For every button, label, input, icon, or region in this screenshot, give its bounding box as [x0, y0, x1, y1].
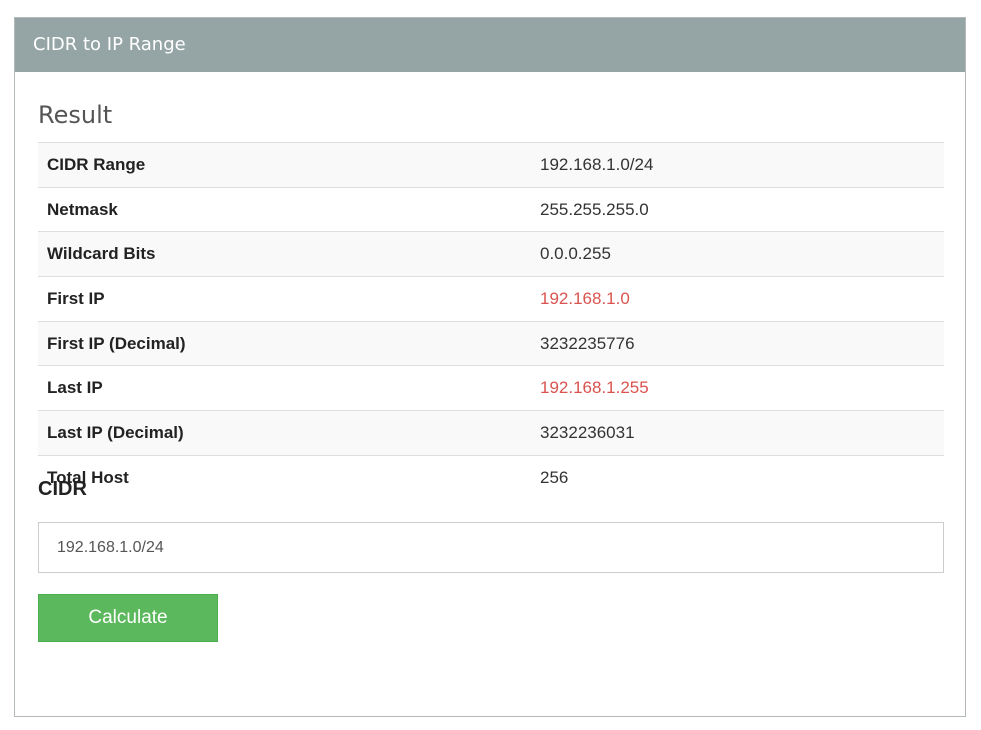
row-value: 0.0.0.255: [540, 244, 611, 264]
row-label: First IP (Decimal): [47, 333, 186, 353]
result-heading: Result: [38, 101, 113, 129]
table-row: First IP (Decimal) 3232235776: [38, 321, 944, 366]
row-value: 3232235776: [540, 333, 635, 353]
cidr-input[interactable]: [38, 522, 944, 573]
table-row: CIDR Range 192.168.1.0/24: [38, 142, 944, 188]
row-value: 256: [540, 467, 569, 487]
first-ip-value: 192.168.1.0: [540, 288, 630, 308]
cidr-label: CIDR: [38, 478, 87, 500]
row-label: Netmask: [47, 199, 118, 219]
panel-body: Result CIDR Range 192.168.1.0/24 Netmask…: [15, 72, 965, 500]
row-label: Last IP (Decimal): [47, 422, 184, 442]
row-label: Last IP: [47, 378, 103, 398]
table-row: Wildcard Bits 0.0.0.255: [38, 231, 944, 277]
result-table: CIDR Range 192.168.1.0/24 Netmask 255.25…: [38, 142, 944, 500]
row-label: First IP: [47, 288, 105, 308]
table-row: Total Host 256: [38, 455, 944, 500]
last-ip-value: 192.168.1.255: [540, 378, 649, 398]
table-row: Last IP (Decimal) 3232236031: [38, 410, 944, 456]
row-label: Total Host: [47, 467, 129, 487]
row-label: CIDR Range: [47, 154, 146, 174]
table-row: Netmask 255.255.255.0: [38, 187, 944, 232]
row-value: 255.255.255.0: [540, 199, 649, 219]
table-row: Last IP 192.168.1.255: [38, 365, 944, 411]
table-row: First IP 192.168.1.0: [38, 276, 944, 322]
row-label: Wildcard Bits: [47, 244, 156, 264]
panel-title: CIDR to IP Range: [15, 18, 965, 72]
row-value: 192.168.1.0/24: [540, 154, 654, 174]
calculate-button[interactable]: Calculate: [38, 594, 218, 642]
cidr-panel: CIDR to IP Range Result CIDR Range 192.1…: [14, 17, 966, 717]
row-value: 3232236031: [540, 422, 635, 442]
